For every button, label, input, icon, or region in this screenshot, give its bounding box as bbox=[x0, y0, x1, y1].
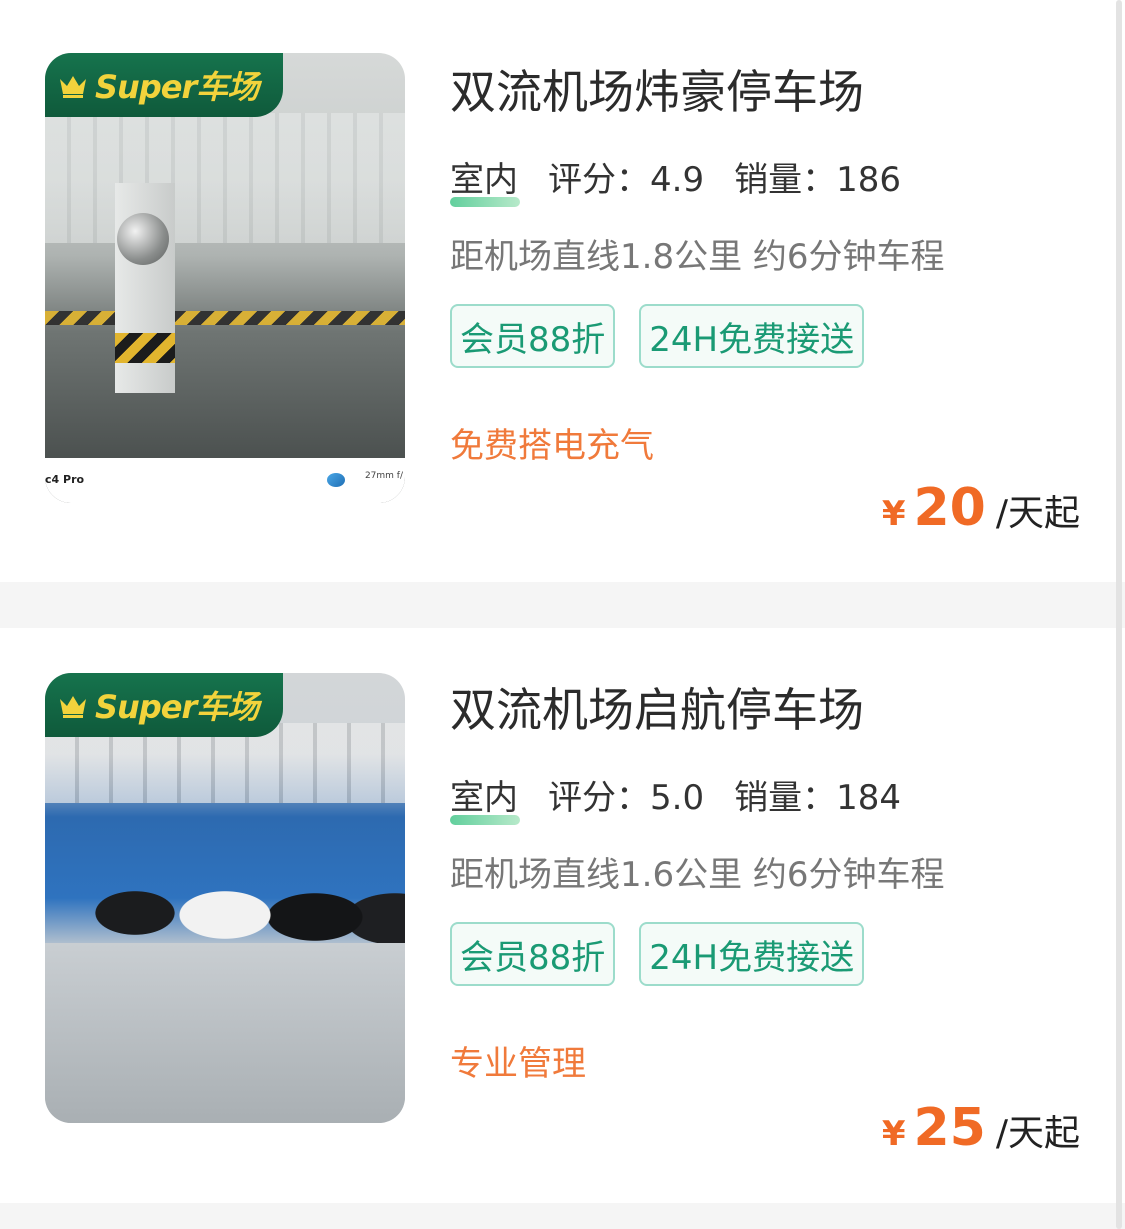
tag-list: 会员88折 24H免费接送 bbox=[450, 922, 945, 986]
super-parking-badge: Super车场 bbox=[45, 53, 283, 117]
sales-value: 184 bbox=[836, 778, 901, 818]
currency-symbol: ¥ bbox=[881, 494, 906, 534]
crown-icon bbox=[60, 76, 86, 98]
sales-value: 186 bbox=[836, 160, 901, 200]
tag-free-shuttle: 24H免费接送 bbox=[639, 304, 865, 368]
tag-free-shuttle: 24H免费接送 bbox=[639, 922, 865, 986]
sales: 销量：186 bbox=[734, 152, 901, 201]
photo-floor-stripe bbox=[45, 311, 405, 325]
tag-member-discount: 会员88折 bbox=[450, 304, 616, 368]
distance-text: 距机场直线1.8公里 约6分钟车程 bbox=[450, 237, 945, 277]
parking-list-page: c4 Pro 27mm f/ Super车场 双流机场炜豪停车场 室内 评分：4… bbox=[0, 0, 1125, 1229]
price-unit: /天起 bbox=[995, 493, 1080, 534]
price-value: 20 bbox=[913, 478, 986, 538]
parking-card[interactable]: c4 Pro 27mm f/ Super车场 双流机场炜豪停车场 室内 评分：4… bbox=[0, 0, 1125, 582]
parking-type-label: 室内 bbox=[450, 160, 518, 200]
price: ¥ 25 /天起 bbox=[882, 1098, 1080, 1158]
parking-type: 室内 bbox=[450, 152, 520, 207]
rating-label: 评分： bbox=[548, 778, 650, 818]
photo-caption: c4 Pro bbox=[45, 473, 85, 486]
tag-member-discount: 会员88折 bbox=[450, 922, 616, 986]
photo-ceiling bbox=[45, 113, 405, 243]
feature-text: 免费搭电充气 bbox=[450, 426, 654, 466]
rating: 评分：4.9 bbox=[548, 152, 704, 201]
crown-icon bbox=[60, 696, 86, 718]
parking-photo[interactable]: Super车场 bbox=[45, 673, 405, 1123]
rating-label: 评分： bbox=[548, 160, 650, 200]
scrollbar[interactable] bbox=[1116, 0, 1122, 1229]
sales-label: 销量： bbox=[734, 778, 837, 818]
photo-cars bbox=[85, 873, 405, 943]
photo-caption-right: 27mm f/ bbox=[364, 471, 403, 481]
parking-info: 双流机场炜豪停车场 室内 评分：4.9 销量：186 距机场直线1.8公里 约6… bbox=[450, 62, 945, 467]
sales-label: 销量： bbox=[734, 160, 837, 200]
super-parking-badge: Super车场 bbox=[45, 673, 283, 737]
parking-info: 双流机场启航停车场 室内 评分：5.0 销量：184 距机场直线1.6公里 约6… bbox=[450, 680, 945, 1085]
rating: 评分：5.0 bbox=[548, 770, 704, 819]
parking-meta: 室内 评分：5.0 销量：184 bbox=[450, 770, 945, 825]
parking-title[interactable]: 双流机场启航停车场 bbox=[450, 680, 945, 740]
photo-footer bbox=[45, 458, 405, 503]
distance-text: 距机场直线1.6公里 约6分钟车程 bbox=[450, 855, 945, 895]
price-unit: /天起 bbox=[995, 1113, 1080, 1154]
parking-meta: 室内 评分：4.9 销量：186 bbox=[450, 152, 945, 207]
parking-type-label: 室内 bbox=[450, 778, 518, 818]
currency-symbol: ¥ bbox=[881, 1114, 906, 1154]
feature-text: 专业管理 bbox=[450, 1044, 586, 1084]
camera-logo-icon bbox=[327, 473, 345, 487]
parking-card[interactable]: Super车场 双流机场启航停车场 室内 评分：5.0 销量：184 距机场直线… bbox=[0, 628, 1125, 1203]
price: ¥ 20 /天起 bbox=[882, 478, 1080, 538]
rating-value: 4.9 bbox=[650, 160, 705, 200]
photo-floor bbox=[45, 943, 405, 1123]
rating-value: 5.0 bbox=[650, 778, 705, 818]
badge-label: Super车场 bbox=[95, 68, 259, 106]
photo-convex-mirror bbox=[117, 213, 169, 265]
sales: 销量：184 bbox=[734, 770, 901, 819]
tag-list: 会员88折 24H免费接送 bbox=[450, 304, 945, 368]
parking-photo[interactable]: c4 Pro 27mm f/ Super车场 bbox=[45, 53, 405, 503]
photo-pillar-stripes bbox=[115, 333, 175, 363]
price-value: 25 bbox=[913, 1098, 986, 1158]
parking-title[interactable]: 双流机场炜豪停车场 bbox=[450, 62, 945, 122]
parking-type: 室内 bbox=[450, 770, 520, 825]
badge-label: Super车场 bbox=[95, 688, 259, 726]
